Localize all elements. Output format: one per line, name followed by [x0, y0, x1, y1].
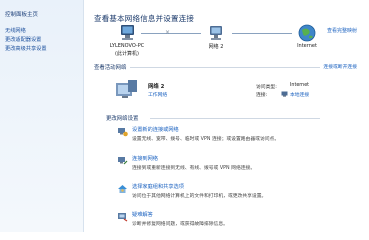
computer-icon [121, 25, 134, 40]
sidebar-item-adapter-settings[interactable]: 更改适配器设置 [5, 36, 41, 43]
task-description: 诊断并修复网络问题，或获得故障排除信息。 [132, 222, 228, 227]
active-networks-heading: 查看活动网络 [94, 65, 127, 71]
connection-line-internet [232, 33, 292, 34]
sidebar-item-wireless[interactable]: 无线网络 [5, 27, 26, 34]
connect-network-icon [118, 157, 128, 165]
section-divider [150, 118, 320, 119]
local-connection-link[interactable]: 本地连接 [290, 91, 309, 98]
sidebar-home-link[interactable]: 控制面板主页 [5, 10, 38, 18]
network-type-link[interactable]: 工作网络 [148, 91, 167, 98]
local-connection-icon [281, 91, 288, 97]
task-description: 访问位于其他网络计算机上的文件和打印机，或更改共享设置。 [132, 194, 267, 199]
sidebar-item-sharing-settings[interactable]: 更改高级共享设置 [5, 45, 47, 52]
homegroup-icon [118, 185, 127, 193]
access-type-value: Internet [290, 83, 310, 88]
globe-icon [298, 24, 316, 42]
change-settings-heading: 更改网络设置 [106, 116, 139, 122]
computer-label: LYLENOVO-PC [109, 43, 145, 49]
internet-label: Internet [297, 43, 317, 49]
sidebar: 控制面板主页 无线网络 更改适配器设置 更改高级共享设置 [0, 0, 84, 232]
task-title[interactable]: 选择家庭组和共享选项 [132, 183, 184, 190]
connection-line [141, 33, 201, 34]
connect-disconnect-link[interactable]: 连接或断开连接 [323, 63, 357, 70]
task-title[interactable]: 疑难解答 [132, 211, 153, 218]
network-label: 网络 2 [208, 44, 224, 50]
new-connection-icon [118, 128, 128, 137]
access-type-label: 访问类型: [256, 85, 277, 90]
task-description: 设置无线、宽带、拨号、临时或 VPN 连接；或设置路由器或访问点。 [132, 137, 280, 142]
network-icon [210, 26, 222, 40]
troubleshoot-icon [118, 213, 128, 222]
work-network-icon[interactable] [115, 78, 139, 100]
computer-sublabel: (此计算机) [115, 51, 139, 57]
network-name: 网络 2 [148, 84, 165, 90]
connections-label: 连接: [256, 93, 268, 98]
page-title: 查看基本网络信息并设置连接 [94, 14, 195, 23]
section-divider [130, 67, 320, 68]
task-title[interactable]: 连接到网络 [132, 155, 158, 162]
full-map-link[interactable]: 查看完整映射 [327, 27, 357, 34]
task-title[interactable]: 设置新的连接或网络 [132, 126, 179, 133]
connection-marker-icon: × [165, 29, 171, 36]
task-description: 连接到或重新连接到无线、有线、拨号或 VPN 网络连接。 [132, 166, 256, 171]
